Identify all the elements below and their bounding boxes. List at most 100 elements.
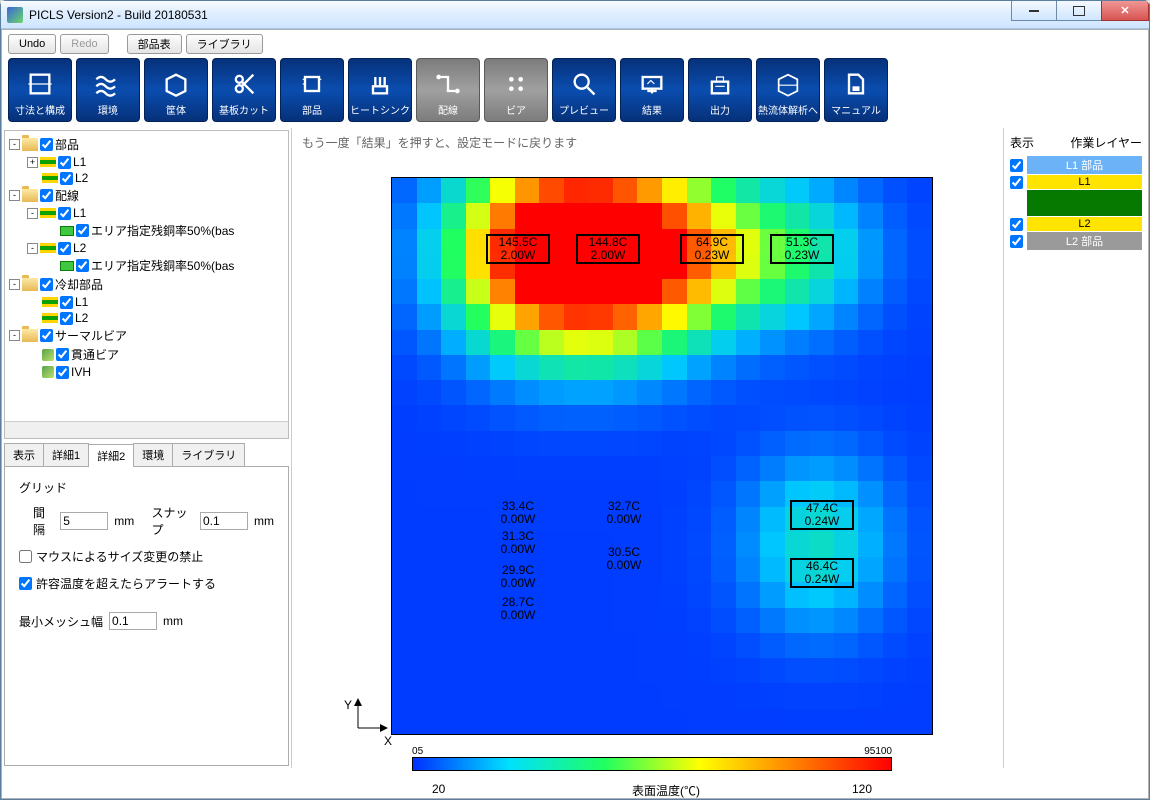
layer-row-2[interactable] bbox=[1010, 190, 1142, 216]
tree-checkbox[interactable] bbox=[76, 259, 89, 272]
tree-node-12[interactable]: 貫通ビア bbox=[7, 345, 286, 364]
component-chip-1[interactable]: 144.8C2.00W bbox=[576, 234, 640, 264]
tree-checkbox[interactable] bbox=[40, 278, 53, 291]
tree-node-1[interactable]: +L1 bbox=[7, 154, 286, 170]
app-icon bbox=[7, 7, 23, 23]
tree-checkbox[interactable] bbox=[40, 329, 53, 342]
tree-checkbox[interactable] bbox=[40, 189, 53, 202]
tree-node-10[interactable]: L2 bbox=[7, 310, 286, 326]
ribbon-2[interactable]: 筐体 bbox=[144, 58, 208, 122]
tree-node-0[interactable]: -部品 bbox=[7, 135, 286, 154]
tree-checkbox[interactable] bbox=[60, 312, 73, 325]
expand-icon[interactable]: - bbox=[9, 330, 20, 341]
tree-checkbox[interactable] bbox=[60, 172, 73, 185]
tree-node-4[interactable]: -L1 bbox=[7, 205, 286, 221]
tree-checkbox[interactable] bbox=[40, 138, 53, 151]
component-chip-8[interactable]: 30.5C0.00W bbox=[592, 546, 656, 572]
component-chip-5[interactable]: 32.7C0.00W bbox=[592, 500, 656, 526]
result-canvas[interactable]: もう一度「結果」を押すと、設定モードに戻ります 145.5C2.00W144.8… bbox=[292, 128, 1003, 768]
expand-icon[interactable]: + bbox=[27, 157, 38, 168]
ribbon-icon-7 bbox=[499, 70, 533, 98]
window-minimize-button[interactable] bbox=[1011, 1, 1057, 21]
ribbon-0[interactable]: 寸法と構成 bbox=[8, 58, 72, 122]
ribbon-10[interactable]: 出力 bbox=[688, 58, 752, 122]
tree-checkbox[interactable] bbox=[58, 242, 71, 255]
mouse-resize-label: マウスによるサイズ変更の禁止 bbox=[36, 548, 203, 565]
tab-0[interactable]: 表示 bbox=[4, 443, 44, 466]
ribbon-4[interactable]: 部品 bbox=[280, 58, 344, 122]
undo-button[interactable]: Undo bbox=[8, 34, 56, 54]
tree-node-2[interactable]: L2 bbox=[7, 170, 286, 186]
snap-input[interactable] bbox=[200, 512, 248, 530]
temp-alert-checkbox[interactable] bbox=[19, 577, 32, 590]
library-button[interactable]: ライブラリ bbox=[186, 34, 263, 54]
tree-node-13[interactable]: IVH bbox=[7, 364, 286, 380]
mesh-input[interactable] bbox=[109, 612, 157, 630]
layer-checkbox[interactable] bbox=[1010, 218, 1023, 231]
component-chip-9[interactable]: 46.4C0.24W bbox=[790, 558, 854, 588]
component-chip-0[interactable]: 145.5C2.00W bbox=[486, 234, 550, 264]
layer-row-3[interactable]: L2 bbox=[1010, 217, 1142, 231]
layer-row-0[interactable]: L1 部品 bbox=[1010, 156, 1142, 174]
tree-node-11[interactable]: -サーマルビア bbox=[7, 326, 286, 345]
tree-checkbox[interactable] bbox=[76, 224, 89, 237]
tree-checkbox[interactable] bbox=[60, 296, 73, 309]
component-chip-3[interactable]: 51.3C0.23W bbox=[770, 234, 834, 264]
layer-checkbox[interactable] bbox=[1010, 176, 1023, 189]
ribbon-9[interactable]: 結果 bbox=[620, 58, 684, 122]
legend-max-label: 120 bbox=[852, 782, 872, 796]
layer-checkbox[interactable] bbox=[1010, 159, 1023, 172]
layer-row-1[interactable]: L1 bbox=[1010, 175, 1142, 189]
tab-4[interactable]: ライブラリ bbox=[172, 443, 245, 466]
tree-checkbox[interactable] bbox=[58, 207, 71, 220]
ribbon-8[interactable]: プレビュー bbox=[552, 58, 616, 122]
legend-title: 表面温度(℃) bbox=[632, 782, 700, 799]
ribbon-7[interactable]: ビア bbox=[484, 58, 548, 122]
component-chip-7[interactable]: 31.3C0.00W bbox=[486, 530, 550, 556]
axis-x-label: X bbox=[384, 734, 392, 748]
tree-node-9[interactable]: L1 bbox=[7, 294, 286, 310]
tree-node-6[interactable]: -L2 bbox=[7, 240, 286, 256]
expand-icon[interactable]: - bbox=[9, 190, 20, 201]
ribbon-1[interactable]: 環境 bbox=[76, 58, 140, 122]
ribbon-11[interactable]: 熱流体解析へ bbox=[756, 58, 820, 122]
layer-row-4[interactable]: L2 部品 bbox=[1010, 232, 1142, 250]
component-chip-4[interactable]: 33.4C0.00W bbox=[486, 500, 550, 526]
component-chip-2[interactable]: 64.9C0.23W bbox=[680, 234, 744, 264]
grid-section-label: グリッド bbox=[19, 479, 274, 496]
layer-badge bbox=[1027, 190, 1142, 216]
tab-2[interactable]: 詳細2 bbox=[88, 444, 134, 467]
tree-node-7[interactable]: エリア指定残銅率50%(bas bbox=[7, 256, 286, 275]
ribbon-12[interactable]: マニュアル bbox=[824, 58, 888, 122]
window-maximize-button[interactable] bbox=[1056, 1, 1102, 21]
mouse-resize-checkbox[interactable] bbox=[19, 550, 32, 563]
expand-icon[interactable]: - bbox=[9, 279, 20, 290]
expand-icon[interactable]: - bbox=[27, 243, 38, 254]
tree-checkbox[interactable] bbox=[56, 366, 69, 379]
tree-node-3[interactable]: -配線 bbox=[7, 186, 286, 205]
spacing-input[interactable] bbox=[60, 512, 108, 530]
component-chip-6[interactable]: 47.4C0.24W bbox=[790, 500, 854, 530]
layer-icon bbox=[42, 173, 58, 183]
redo-button[interactable]: Redo bbox=[60, 34, 108, 54]
ribbon-6[interactable]: 配線 bbox=[416, 58, 480, 122]
tree-node-8[interactable]: -冷却部品 bbox=[7, 275, 286, 294]
tree-checkbox[interactable] bbox=[58, 156, 71, 169]
tree-checkbox[interactable] bbox=[56, 348, 69, 361]
tree-node-5[interactable]: エリア指定残銅率50%(bas bbox=[7, 221, 286, 240]
component-chip-10[interactable]: 29.9C0.00W bbox=[486, 564, 550, 590]
layer-checkbox[interactable] bbox=[1010, 235, 1023, 248]
ribbon-5[interactable]: ヒートシンク bbox=[348, 58, 412, 122]
expand-icon[interactable]: - bbox=[27, 208, 38, 219]
chip-power: 2.00W bbox=[490, 249, 546, 262]
component-chip-11[interactable]: 28.7C0.00W bbox=[486, 596, 550, 622]
tree-label: エリア指定残銅率50%(bas bbox=[91, 257, 234, 274]
window-close-button[interactable] bbox=[1101, 1, 1149, 21]
expand-icon[interactable]: - bbox=[9, 139, 20, 150]
ribbon-3[interactable]: 基板カット bbox=[212, 58, 276, 122]
parts-table-button[interactable]: 部品表 bbox=[127, 34, 182, 54]
object-tree[interactable]: -部品+L1L2-配線-L1エリア指定残銅率50%(bas-L2エリア指定残銅率… bbox=[4, 130, 289, 439]
heatmap-grid bbox=[392, 178, 932, 734]
tab-3[interactable]: 環境 bbox=[133, 443, 173, 466]
tab-1[interactable]: 詳細1 bbox=[43, 443, 89, 466]
